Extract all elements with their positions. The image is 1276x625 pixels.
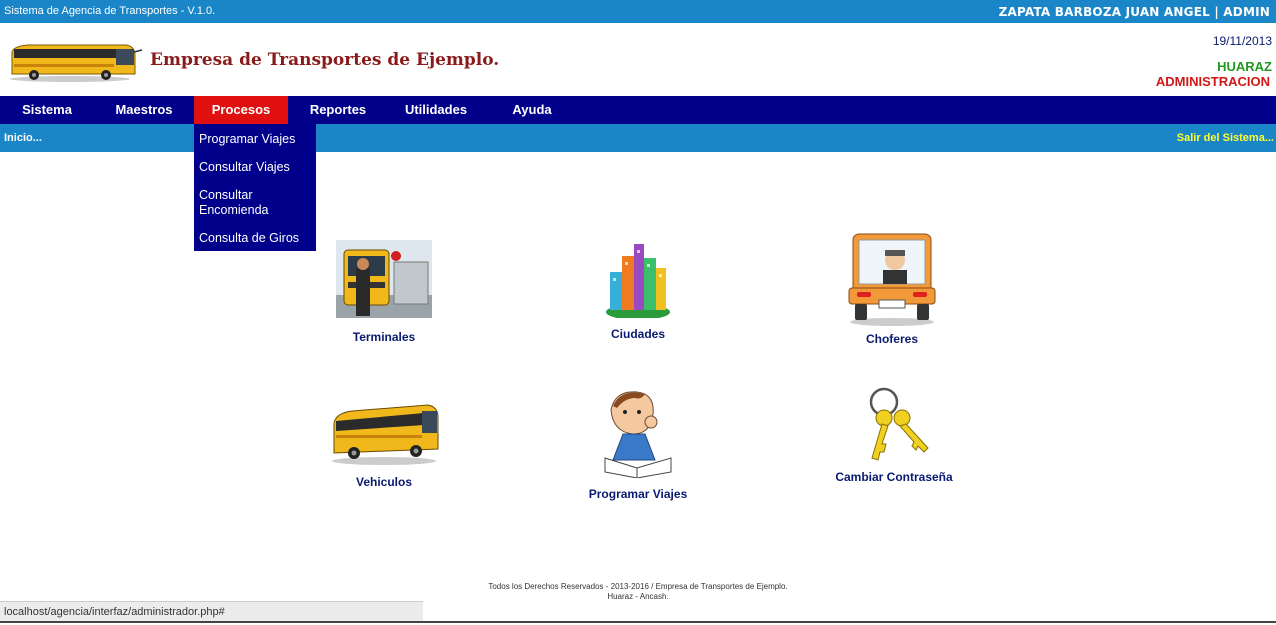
dropdown-item-consulta-giros[interactable]: Consulta de Giros xyxy=(199,231,311,246)
current-date: 19/11/2013 xyxy=(1212,34,1272,48)
role-label: ADMINISTRACION xyxy=(1155,74,1270,89)
tile-choferes[interactable]: Choferes xyxy=(836,232,948,346)
tile-label: Cambiar Contraseña xyxy=(835,470,953,484)
top-bar: Sistema de Agencia de Transportes - V.1.… xyxy=(0,0,1276,23)
dropdown-item-consultar-encomienda[interactable]: Consultar Encomienda xyxy=(199,188,279,218)
city-icon xyxy=(606,244,670,320)
menu-sistema[interactable]: Sistema xyxy=(0,96,94,124)
driver-icon xyxy=(848,233,936,326)
tile-label: Choferes xyxy=(865,332,918,346)
company-name: Empresa de Transportes de Ejemplo. xyxy=(150,50,500,70)
tile-label: Vehiculos xyxy=(355,475,413,489)
menu-utilidades[interactable]: Utilidades xyxy=(388,96,484,124)
tile-vehiculos[interactable]: Vehiculos xyxy=(322,385,446,489)
bus-logo-icon xyxy=(10,44,143,82)
city-label: HUARAZ xyxy=(1217,59,1272,74)
header: Empresa de Transportes de Ejemplo. 19/11… xyxy=(0,23,1276,96)
system-title: Sistema de Agencia de Transportes - V.1.… xyxy=(4,5,216,17)
bottom-border xyxy=(0,621,1276,623)
keys-icon xyxy=(869,387,929,461)
tile-label: Programar Viajes xyxy=(588,487,688,501)
menu-maestros[interactable]: Maestros xyxy=(94,96,194,124)
bus-icon xyxy=(332,404,439,465)
tile-cambiar-contrasena[interactable]: Cambiar Contraseña xyxy=(835,386,953,484)
dropdown-item-consultar-viajes[interactable]: Consultar Viajes xyxy=(199,160,311,175)
student-reading-icon xyxy=(604,391,672,479)
menu-procesos[interactable]: Procesos xyxy=(194,96,288,124)
footer: Todos los Derechos Reservados - 2013-201… xyxy=(0,582,1276,602)
browser-status-bar: localhost/agencia/interfaz/administrador… xyxy=(0,601,423,622)
tile-label: Terminales xyxy=(352,330,416,344)
terminal-icon xyxy=(336,240,432,318)
user-info: ZAPATA BARBOZA JUAN ANGEL | ADMIN xyxy=(998,5,1270,19)
tile-programar-viajes[interactable]: Programar Viajes xyxy=(582,388,694,501)
footer-copyright: Todos los Derechos Reservados - 2013-201… xyxy=(488,582,788,591)
menu-reportes[interactable]: Reportes xyxy=(288,96,388,124)
tile-label: Ciudades xyxy=(610,327,665,341)
breadcrumb: Inicio... Salir del Sistema... xyxy=(0,124,1276,152)
main-menu: Sistema Maestros Procesos Reportes Utili… xyxy=(0,96,1276,124)
menu-ayuda[interactable]: Ayuda xyxy=(484,96,580,124)
procesos-dropdown: Programar Viajes Consultar Viajes Consul… xyxy=(194,124,316,251)
tile-terminales[interactable]: Terminales xyxy=(322,240,446,344)
home-link[interactable]: Inicio... xyxy=(4,132,42,144)
logout-link[interactable]: Salir del Sistema... xyxy=(1177,132,1274,144)
tile-ciudades[interactable]: Ciudades xyxy=(580,238,696,341)
dropdown-item-programar-viajes[interactable]: Programar Viajes xyxy=(199,132,311,147)
